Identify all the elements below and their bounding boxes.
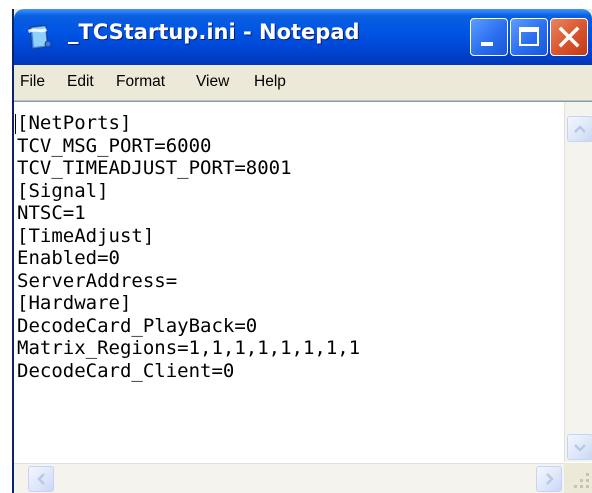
close-icon (558, 26, 580, 48)
menu-file[interactable]: File (20, 73, 45, 91)
menu-edit[interactable]: Edit (67, 73, 94, 91)
text-caret (15, 114, 16, 134)
scroll-left-button[interactable] (28, 466, 54, 492)
menu-bar: File Edit Format View Help (14, 65, 592, 101)
minimize-button[interactable] (470, 18, 508, 56)
maximize-icon (519, 27, 539, 46)
chevron-down-icon (574, 444, 586, 452)
menu-format[interactable]: Format (116, 73, 165, 91)
window-title: _TCStartup.ini - Notepad (68, 20, 360, 44)
text-line[interactable]: TCV_MSG_PORT=6000 (17, 135, 360, 158)
text-content[interactable]: [NetPorts] TCV_MSG_PORT=6000 TCV_TIMEADJ… (17, 112, 360, 382)
text-line[interactable]: TCV_TIMEADJUST_PORT=8001 (17, 157, 360, 180)
notepad-icon[interactable] (24, 22, 54, 52)
resize-grip[interactable] (564, 463, 592, 493)
text-line[interactable]: [NetPorts] (17, 112, 360, 135)
text-line[interactable]: [TimeAdjust] (17, 225, 360, 248)
notepad-window: _TCStartup.ini - Notepad File Edit Forma… (12, 9, 592, 493)
resize-grip-icon (574, 473, 589, 488)
scroll-right-button[interactable] (536, 466, 562, 492)
text-editor[interactable]: [NetPorts] TCV_MSG_PORT=6000 TCV_TIMEADJ… (14, 101, 592, 493)
vertical-scrollbar[interactable] (564, 102, 592, 462)
text-line[interactable]: Enabled=0 (17, 247, 360, 270)
scroll-down-button[interactable] (567, 434, 592, 460)
chevron-left-icon (37, 473, 45, 485)
text-line[interactable]: ServerAddress= (17, 270, 360, 293)
minimize-icon (481, 42, 493, 46)
scroll-up-button[interactable] (567, 116, 592, 142)
text-line[interactable]: [Signal] (17, 180, 360, 203)
chevron-up-icon (574, 125, 586, 133)
menu-view[interactable]: View (196, 73, 229, 91)
text-line[interactable]: DecodeCard_PlayBack=0 (17, 315, 360, 338)
text-line[interactable]: NTSC=1 (17, 202, 360, 225)
horizontal-scrollbar[interactable] (14, 463, 564, 493)
text-line[interactable]: DecodeCard_Client=0 (17, 360, 360, 383)
title-bar[interactable]: _TCStartup.ini - Notepad (14, 9, 592, 65)
text-line[interactable]: [Hardware] (17, 292, 360, 315)
text-line[interactable]: Matrix_Regions=1,1,1,1,1,1,1,1 (17, 337, 360, 360)
close-button[interactable] (550, 18, 588, 56)
maximize-button[interactable] (510, 18, 548, 56)
menu-help[interactable]: Help (254, 73, 286, 91)
chevron-right-icon (546, 473, 554, 485)
